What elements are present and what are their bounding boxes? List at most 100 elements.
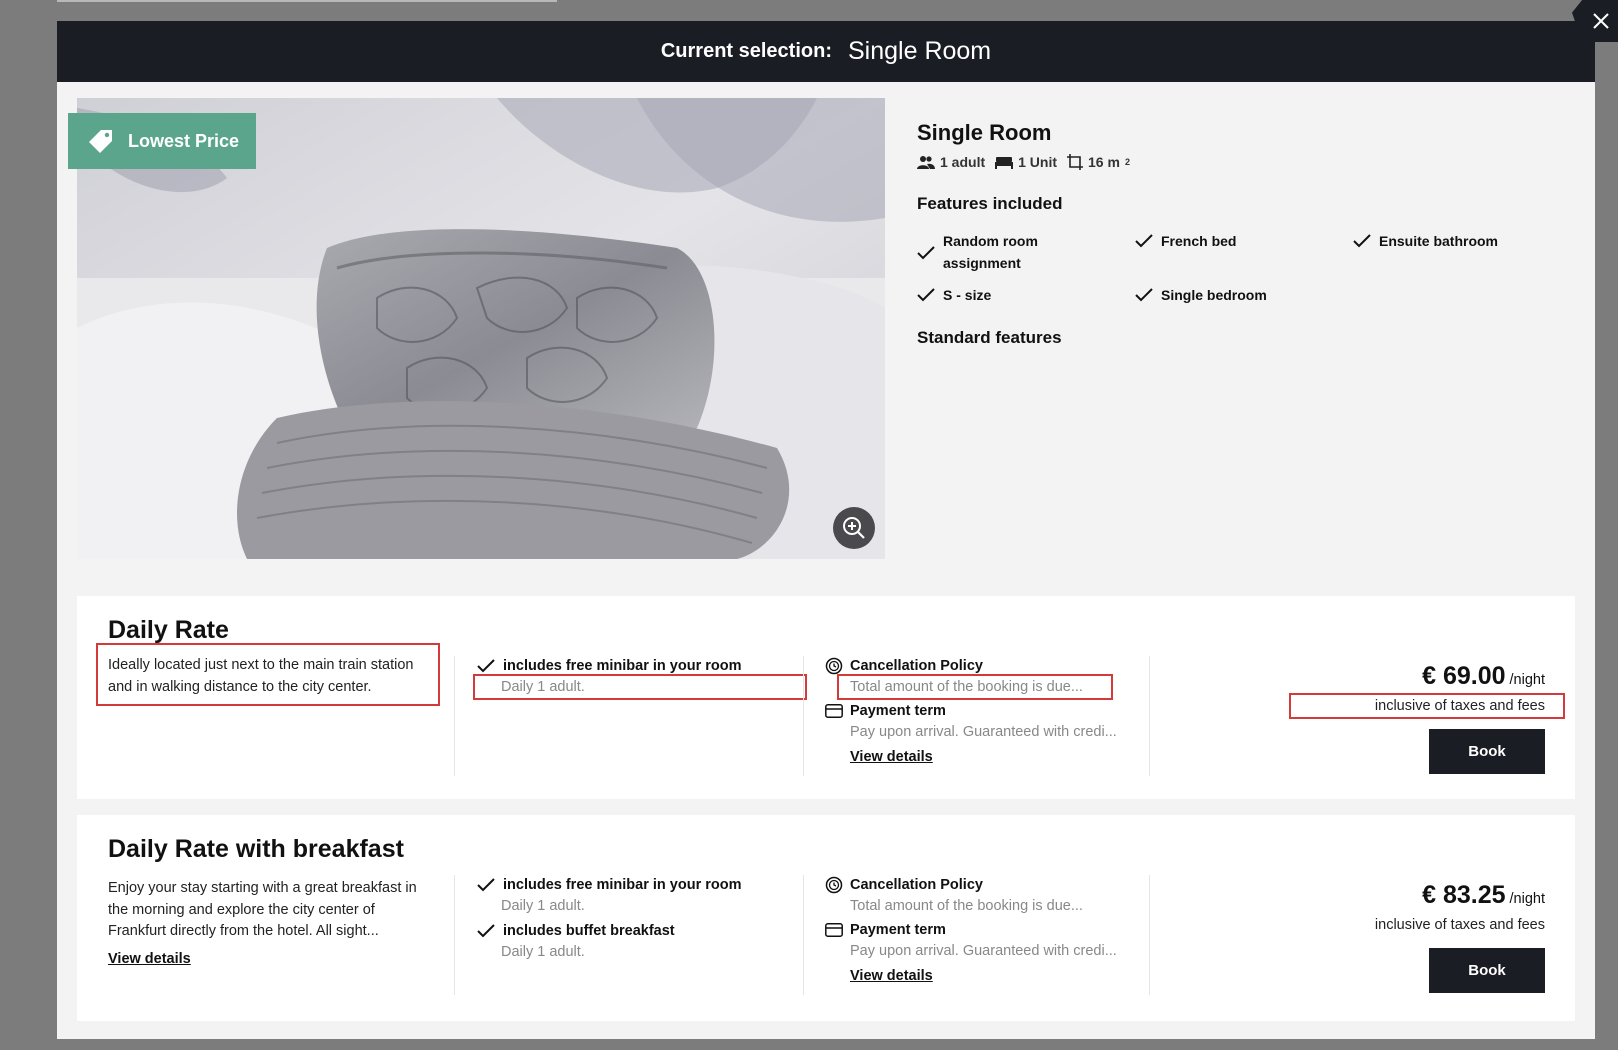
check-icon — [477, 878, 495, 892]
inclusion-name: includes free minibar in your room — [503, 658, 742, 674]
bed-icon — [995, 157, 1014, 169]
view-details-link[interactable]: View details — [850, 968, 933, 984]
inclusion-sub: Daily 1 adult. — [501, 898, 585, 914]
rate-title: Daily Rate with breakfast — [108, 835, 404, 863]
payment-text: Pay upon arrival. Guaranteed with credi.… — [850, 943, 1117, 959]
adults-label: 1 adult — [940, 154, 986, 170]
description-view-details-link[interactable]: View details — [108, 951, 191, 967]
cancellation-title: Cancellation Policy — [850, 877, 983, 893]
features-title: Features included — [917, 194, 1063, 213]
rate-policies: Cancellation Policy Total amount of the … — [825, 656, 1135, 766]
current-selection-label: Current selection: — [660, 40, 832, 62]
inclusion-item: includes free minibar in your room Daily… — [473, 656, 807, 700]
check-icon — [1135, 234, 1153, 248]
close-icon — [1593, 13, 1609, 29]
size-label: 16 m — [1088, 154, 1120, 170]
rate-description: Ideally located just next to the main tr… — [96, 643, 440, 706]
feature-item: French bed — [1135, 230, 1353, 274]
column-divider — [454, 875, 455, 995]
feature-label: S - size — [943, 287, 992, 303]
people-icon — [917, 156, 935, 169]
inclusion-item: includes buffet breakfast Daily 1 adult. — [477, 921, 807, 963]
price-value: € 83.25 — [1422, 881, 1506, 909]
feature-item: S - size — [917, 284, 1135, 306]
column-divider — [1149, 875, 1150, 995]
book-button[interactable]: Book — [1429, 948, 1545, 993]
cancellation-policy: Cancellation Policy Total amount of the … — [825, 656, 1135, 700]
cancellation-text: Total amount of the booking is due... — [850, 898, 1083, 914]
rate-price: € 83.25/night inclusive of taxes and fee… — [1245, 881, 1545, 936]
feature-label: Random room assignment — [943, 233, 1038, 271]
feature-item: Single bedroom — [1135, 284, 1353, 306]
cancellation-clock-icon — [825, 657, 843, 675]
price-line: € 69.00/night — [1245, 662, 1545, 691]
column-divider — [1149, 656, 1150, 776]
rate-card-daily: Daily Rate Ideally located just next to … — [77, 596, 1575, 799]
zoom-in-icon — [843, 517, 865, 539]
column-divider — [803, 875, 804, 995]
feature-item: Random room assignment — [917, 230, 1135, 274]
room-info: Single Room 1 adult 1 Unit 16 m 2 Featur… — [917, 120, 1557, 348]
price-per: /night — [1509, 672, 1545, 688]
check-icon — [917, 288, 935, 302]
zoom-button[interactable] — [833, 507, 875, 549]
column-divider — [803, 656, 804, 776]
credit-card-icon — [825, 704, 843, 718]
cancellation-policy: Cancellation Policy Total amount of the … — [825, 875, 1135, 917]
check-icon — [1353, 234, 1371, 248]
rate-inclusions: includes free minibar in your room Daily… — [477, 875, 807, 963]
price-value: € 69.00 — [1422, 662, 1506, 690]
cancellation-clock-icon — [825, 876, 843, 894]
feature-label: Single bedroom — [1161, 287, 1267, 303]
standard-features-title[interactable]: Standard features — [917, 328, 1557, 348]
size-spec: 16 m 2 — [1067, 154, 1130, 170]
column-divider — [454, 656, 455, 776]
check-icon — [477, 659, 495, 673]
adults-spec: 1 adult — [917, 154, 985, 170]
view-details-link[interactable]: View details — [850, 749, 933, 765]
cancellation-title: Cancellation Policy — [850, 658, 983, 674]
inclusion-item: includes free minibar in your room Daily… — [477, 875, 807, 917]
inclusion-name: includes free minibar in your room — [503, 877, 742, 893]
check-icon — [1135, 288, 1153, 302]
price-line: € 83.25/night — [1245, 881, 1545, 910]
inclusion-sub: Daily 1 adult. — [501, 944, 585, 960]
cancellation-text: Total amount of the booking is due... — [837, 674, 1113, 700]
room-title: Single Room — [917, 120, 1052, 145]
check-icon — [477, 924, 495, 938]
features-list: Random room assignment French bed Ensuit… — [917, 230, 1557, 306]
feature-label: Ensuite bathroom — [1379, 233, 1499, 249]
book-button[interactable]: Book — [1429, 729, 1545, 774]
feature-label: French bed — [1161, 233, 1237, 249]
credit-card-icon — [825, 923, 843, 937]
rate-policies: Cancellation Policy Total amount of the … — [825, 875, 1135, 985]
payment-title: Payment term — [850, 703, 946, 719]
price-note: inclusive of taxes and fees — [1289, 693, 1565, 719]
payment-term: Payment term Pay upon arrival. Guarantee… — [825, 701, 1135, 743]
payment-term: Payment term Pay upon arrival. Guarantee… — [825, 920, 1135, 962]
rate-description: Enjoy your stay starting with a great br… — [108, 880, 417, 939]
modal-header: Current selection: Single Room — [57, 21, 1595, 82]
rate-price: € 69.00/night inclusive of taxes and fee… — [1245, 662, 1565, 719]
rate-title: Daily Rate — [108, 616, 229, 644]
lowest-price-badge: Lowest Price — [68, 113, 256, 169]
area-icon — [1067, 154, 1084, 170]
current-selection-value: Single Room — [848, 37, 992, 65]
price-per: /night — [1509, 891, 1545, 907]
rate-card-breakfast: Daily Rate with breakfast Enjoy your sta… — [77, 815, 1575, 1021]
room-selection-modal: Current selection: Single Room Lowest Pr… — [57, 21, 1595, 1039]
price-note: inclusive of taxes and fees — [1374, 917, 1545, 933]
payment-title: Payment term — [850, 922, 946, 938]
room-specs: 1 adult 1 Unit 16 m 2 — [917, 154, 1557, 170]
units-label: 1 Unit — [1018, 154, 1058, 170]
inclusion-sub: Daily 1 adult. — [473, 674, 807, 700]
price-tag-icon — [89, 130, 112, 153]
rate-inclusions: includes free minibar in your room Daily… — [473, 656, 807, 700]
feature-item: Ensuite bathroom — [1353, 230, 1571, 274]
lowest-price-label: Lowest Price — [128, 130, 240, 151]
units-spec: 1 Unit — [995, 154, 1057, 170]
background-page-strip — [57, 0, 557, 2]
check-icon — [917, 246, 935, 260]
payment-text: Pay upon arrival. Guaranteed with credi.… — [850, 724, 1117, 740]
inclusion-name: includes buffet breakfast — [503, 923, 675, 939]
